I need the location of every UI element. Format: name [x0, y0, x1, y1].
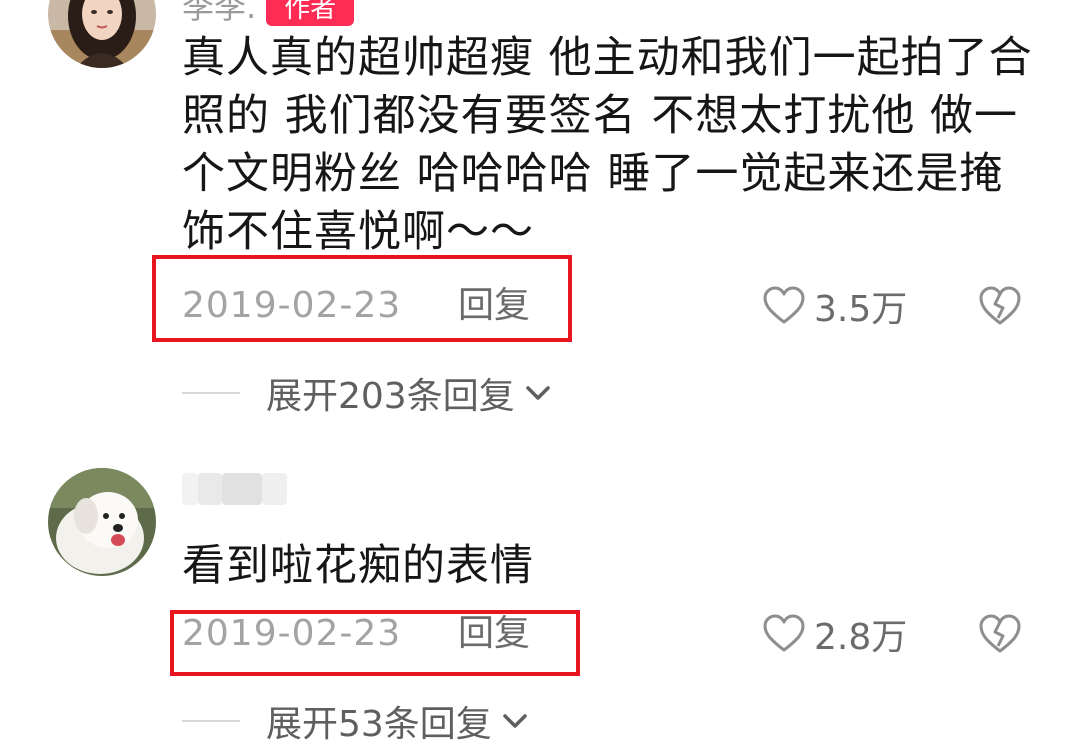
like-button[interactable]: 3.5万	[762, 281, 907, 331]
username-text: 李李.	[182, 0, 257, 26]
avatar-photo-woman	[48, 0, 156, 68]
heart-outline-icon	[763, 614, 805, 652]
comment-text: 真人真的超帅超瘦 他主动和我们一起拍了合照的 我们都没有要签名 不想太打扰他 做…	[182, 33, 1033, 257]
expand-replies[interactable]: 展开53条回复	[182, 699, 528, 740]
highlight-box	[152, 255, 572, 342]
broken-heart-icon[interactable]	[978, 613, 1022, 655]
divider-line	[182, 392, 240, 394]
expand-replies-label: 展开203条回复	[266, 376, 515, 417]
chevron-down-icon	[503, 714, 527, 728]
avatar-photo-dog	[48, 468, 156, 576]
expand-replies-label: 展开53条回复	[266, 704, 492, 740]
author-badge: 作者	[266, 0, 355, 26]
heart-outline-icon	[763, 286, 805, 324]
chevron-down-icon	[525, 386, 550, 400]
comment-list: 李李. 作者 真人真的超帅超瘦 他主动和我们一起拍了合照的 我们都没有要签名 不想…	[0, 0, 1080, 740]
broken-heart-icon[interactable]	[978, 285, 1022, 327]
like-count: 2.8万	[814, 617, 908, 658]
expand-replies[interactable]: 展开203条回复	[182, 371, 551, 417]
like-button[interactable]: 2.8万	[762, 609, 907, 659]
highlight-box	[170, 610, 580, 676]
comment-text: 看到啦花痴的表情	[182, 541, 534, 591]
user-avatar[interactable]	[48, 468, 156, 576]
username[interactable]: 李李. 作者	[182, 0, 355, 28]
user-avatar[interactable]	[48, 0, 156, 68]
divider-line	[182, 720, 240, 722]
username-blurred[interactable]	[182, 473, 287, 505]
like-count: 3.5万	[814, 289, 908, 330]
